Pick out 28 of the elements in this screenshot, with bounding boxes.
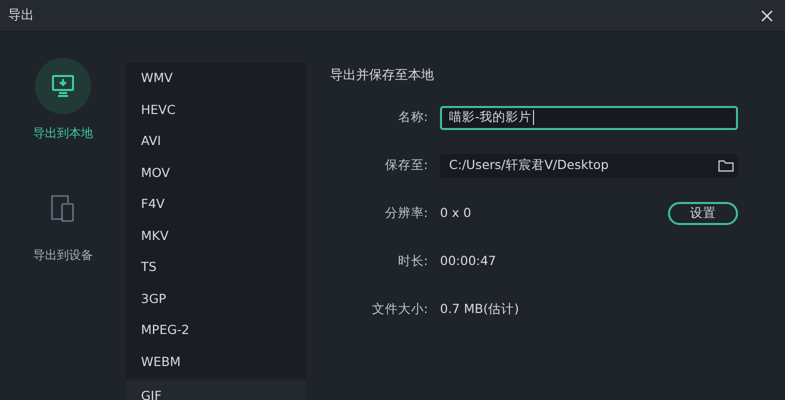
monitor-download-icon <box>50 73 76 99</box>
path-field[interactable]: C:/Users/轩宸君V/Desktop <box>440 154 738 178</box>
format-item[interactable]: AVI <box>126 126 306 158</box>
devices-icon <box>49 193 77 223</box>
format-item[interactable]: HEVC <box>126 94 306 126</box>
field-label: 名称: <box>396 108 429 126</box>
format-item[interactable]: WEBM <box>126 346 306 378</box>
field-label: 分辨率: <box>384 204 429 222</box>
format-item[interactable]: MOV <box>126 158 306 189</box>
field-value: 0.7 MB(估计) <box>440 300 519 318</box>
format-item[interactable]: 3GP <box>126 284 306 315</box>
format-item[interactable]: MKV <box>126 220 306 252</box>
nav-item[interactable]: 导出到设备 <box>33 180 93 264</box>
section-title: 导出并保存至本地 <box>330 67 435 85</box>
format-item[interactable]: TS <box>126 252 306 284</box>
field-value: 0 x 0 <box>440 204 472 222</box>
format-item[interactable]: MPEG-2 <box>126 315 306 346</box>
format-item[interactable]: F4V <box>126 189 306 220</box>
window-title: 导出 <box>8 6 34 25</box>
close-icon[interactable] <box>761 10 773 22</box>
name-field[interactable]: 喵影-我的影片 <box>440 106 738 130</box>
settings-button[interactable]: 设置 <box>668 202 738 225</box>
field-label: 文件大小: <box>370 300 429 318</box>
field-value: 00:00:47 <box>440 252 496 270</box>
field-label: 保存至: <box>384 156 429 174</box>
field-label: 时长: <box>396 252 429 270</box>
format-item[interactable]: WMV <box>126 63 306 94</box>
folder-icon[interactable] <box>718 159 734 172</box>
